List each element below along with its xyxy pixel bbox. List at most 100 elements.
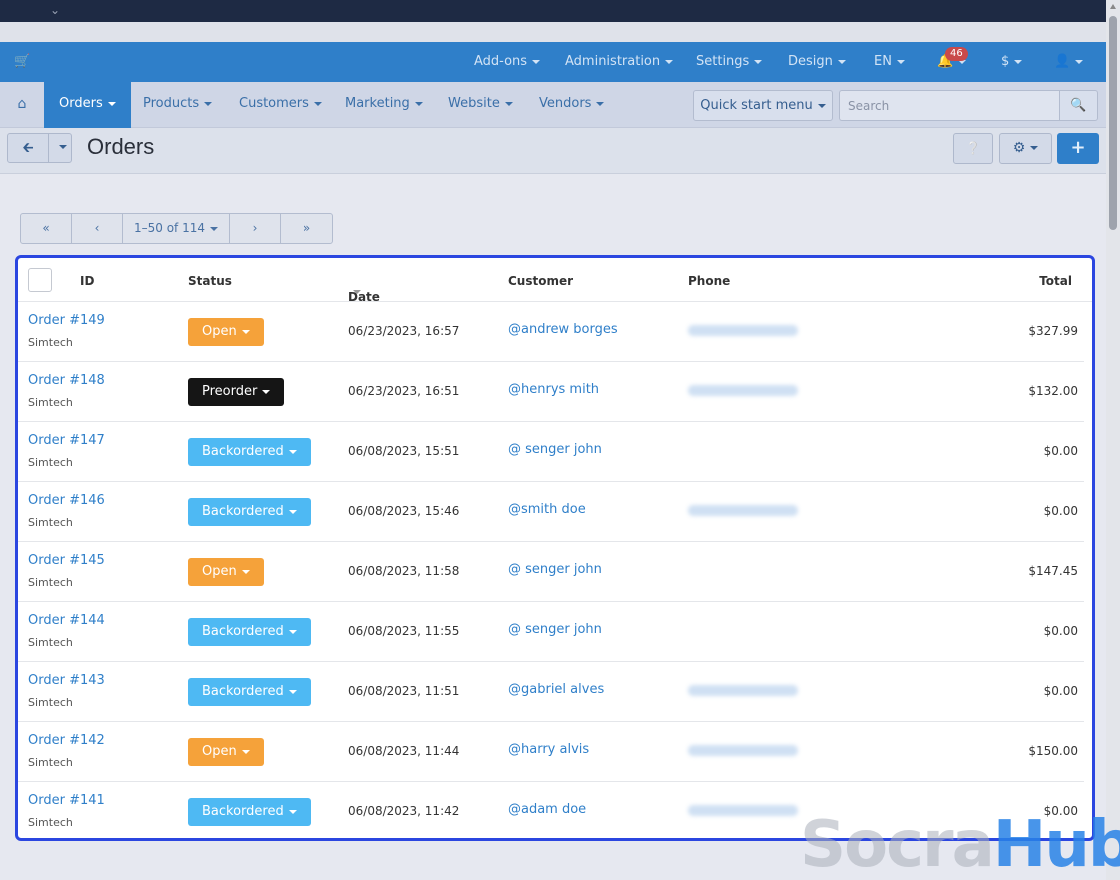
settings-dropdown-button[interactable]: ⚙	[999, 133, 1052, 164]
order-id-link[interactable]: Order #142	[28, 733, 105, 748]
tab-website[interactable]: Website	[433, 82, 528, 128]
status-dropdown[interactable]: Backordered	[188, 798, 311, 826]
customer-link[interactable]: @adam doe	[508, 802, 586, 817]
prev-page-button[interactable]: ‹	[72, 214, 123, 243]
order-date: 06/08/2023, 15:46	[348, 504, 460, 518]
search-button[interactable]: 🔍	[1059, 90, 1098, 121]
tab-products[interactable]: Products	[128, 82, 227, 128]
next-page-button[interactable]: ›	[230, 214, 281, 243]
customer-link[interactable]: @smith doe	[508, 502, 586, 517]
tab-customers[interactable]: Customers	[224, 82, 337, 128]
customer-link[interactable]: @ senger john	[508, 562, 602, 577]
table-row: Order #147 Simtech Backordered 06/08/2023, …	[18, 422, 1084, 482]
admin-top-nav: 🛒 Add-ons Administration Settings Design…	[0, 42, 1106, 82]
caret-icon	[288, 509, 297, 514]
customer-link[interactable]: @harry alvis	[508, 742, 589, 757]
chevron-down-icon[interactable]: ⌄	[50, 3, 60, 17]
status-dropdown[interactable]: Backordered	[188, 678, 311, 706]
caret-icon	[1030, 146, 1039, 150]
pagination: « ‹ 1–50 of 114 › »	[20, 213, 333, 244]
caret-icon	[665, 59, 674, 64]
status-dropdown[interactable]: Open	[188, 558, 264, 586]
column-id[interactable]: ID	[80, 274, 94, 288]
company-name: Simtech	[28, 456, 73, 469]
column-phone[interactable]: Phone	[688, 274, 730, 288]
page-scrollbar[interactable]	[1106, 0, 1120, 880]
scroll-up-icon[interactable]	[1110, 4, 1116, 9]
customer-link[interactable]: @ senger john	[508, 442, 602, 457]
nav-currency[interactable]: $	[1001, 54, 1023, 69]
column-customer[interactable]: Customer	[508, 274, 573, 288]
status-dropdown[interactable]: Backordered	[188, 438, 311, 466]
order-id-link[interactable]: Order #147	[28, 433, 105, 448]
customer-link[interactable]: @gabriel alves	[508, 682, 604, 697]
caret-icon	[414, 101, 423, 106]
company-name: Simtech	[28, 516, 73, 529]
order-id-link[interactable]: Order #149	[28, 313, 105, 328]
tab-marketing[interactable]: Marketing	[330, 82, 438, 128]
scrollbar-thumb[interactable]	[1109, 16, 1117, 230]
search-input[interactable]	[839, 90, 1060, 121]
customer-link[interactable]: @ senger john	[508, 622, 602, 637]
caret-icon	[58, 144, 67, 149]
order-id-link[interactable]: Order #146	[28, 493, 105, 508]
back-button[interactable]: 🡰	[7, 133, 49, 163]
tab-website-label: Website	[448, 96, 500, 111]
order-id-link[interactable]: Order #148	[28, 373, 105, 388]
status-dropdown[interactable]: Preorder	[188, 378, 285, 406]
page-range-dropdown[interactable]: 1–50 of 114	[123, 214, 230, 243]
caret-icon	[210, 226, 218, 231]
order-date: 06/23/2023, 16:57	[348, 324, 460, 338]
quick-start-menu-button[interactable]: Quick start menu	[693, 90, 833, 121]
nav-addons[interactable]: Add-ons	[474, 54, 541, 69]
company-name: Simtech	[28, 756, 73, 769]
company-name: Simtech	[28, 636, 73, 649]
first-page-button[interactable]: «	[21, 214, 72, 243]
tab-orders[interactable]: Orders	[44, 82, 131, 128]
column-total[interactable]: Total	[1039, 274, 1072, 288]
table-header: ID Status Date Customer Phone Total	[18, 258, 1092, 304]
status-dropdown[interactable]: Open	[188, 318, 264, 346]
customer-link[interactable]: @henrys mith	[508, 382, 599, 397]
caret-icon	[596, 101, 605, 106]
status-label: Backordered	[202, 504, 284, 519]
tab-vendors[interactable]: Vendors	[524, 82, 619, 128]
nav-currency-label: $	[1001, 54, 1010, 69]
page-title: Orders	[87, 134, 155, 159]
order-id-link[interactable]: Order #141	[28, 793, 105, 808]
order-total: $0.00	[1043, 624, 1078, 638]
top-strip: ⌄	[0, 0, 1106, 22]
add-order-button[interactable]: +	[1057, 133, 1099, 164]
nav-design[interactable]: Design	[788, 54, 846, 69]
select-all-checkbox[interactable]	[28, 268, 52, 292]
nav-administration[interactable]: Administration	[565, 54, 674, 69]
company-name: Simtech	[28, 396, 73, 409]
help-button[interactable]: ❔	[953, 133, 993, 164]
order-id-link[interactable]: Order #144	[28, 613, 105, 628]
table-row: Order #143 Simtech Backordered 06/08/2023, …	[18, 662, 1084, 722]
nav-settings[interactable]: Settings	[696, 54, 763, 69]
company-name: Simtech	[28, 576, 73, 589]
order-total: $0.00	[1043, 504, 1078, 518]
status-dropdown[interactable]: Open	[188, 738, 264, 766]
column-status[interactable]: Status	[188, 274, 232, 288]
cart-icon[interactable]: 🛒	[14, 54, 30, 69]
tab-customers-label: Customers	[239, 96, 309, 111]
back-dropdown-button[interactable]	[48, 133, 72, 163]
notifications-badge: 46	[945, 47, 968, 61]
table-row: Order #144 Simtech Backordered 06/08/2023, …	[18, 602, 1084, 662]
order-date: 06/08/2023, 11:42	[348, 804, 460, 818]
caret-icon	[288, 689, 297, 694]
status-dropdown[interactable]: Backordered	[188, 618, 311, 646]
status-label: Open	[202, 564, 237, 579]
status-dropdown[interactable]: Backordered	[188, 498, 311, 526]
order-id-link[interactable]: Order #143	[28, 673, 105, 688]
user-menu[interactable]: 👤	[1054, 54, 1084, 69]
order-total: $0.00	[1043, 684, 1078, 698]
nav-language[interactable]: EN	[874, 54, 905, 69]
order-id-link[interactable]: Order #145	[28, 553, 105, 568]
customer-link[interactable]: @andrew borges	[508, 322, 618, 337]
home-icon[interactable]: ⌂	[0, 82, 44, 128]
last-page-button[interactable]: »	[281, 214, 332, 243]
watermark-logo: SocraHub	[800, 808, 1120, 880]
